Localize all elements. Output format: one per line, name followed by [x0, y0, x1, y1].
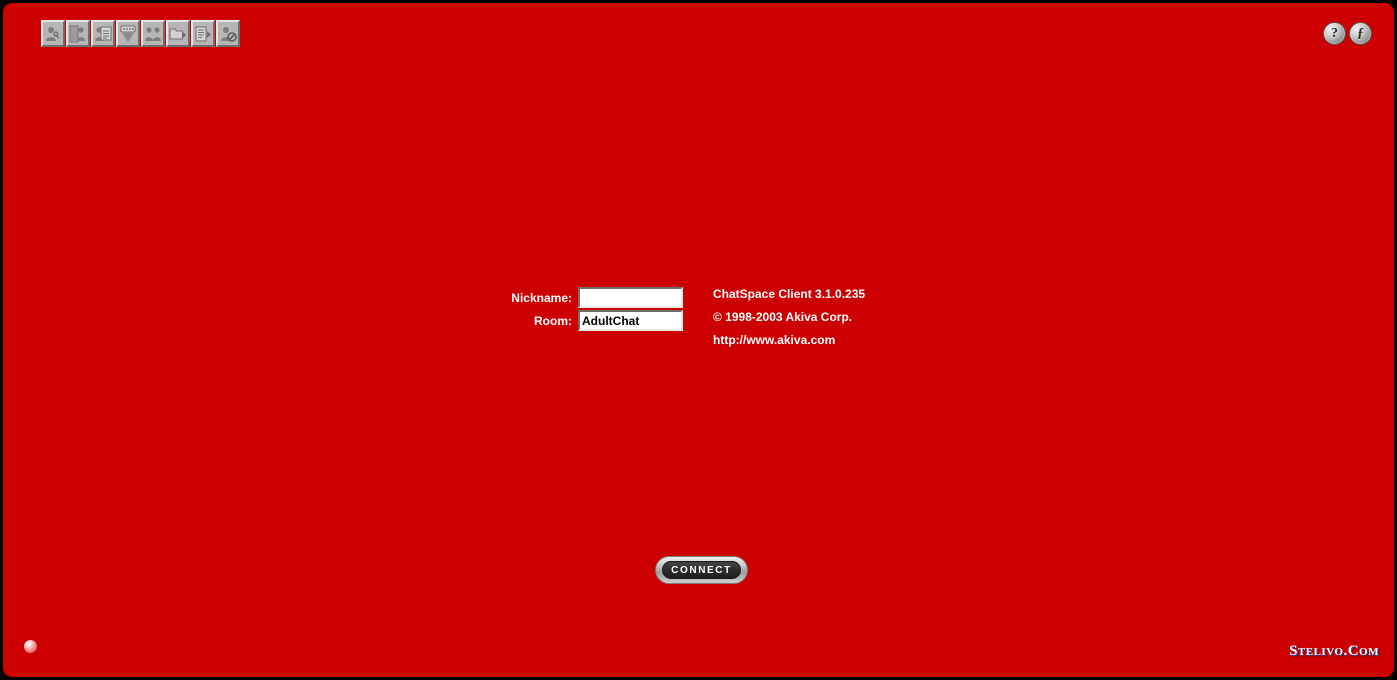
notes-list-icon [94, 24, 112, 43]
corner-orb-icon [24, 640, 37, 653]
copyright-text: © 1998-2003 Akiva Corp. [713, 310, 853, 324]
connect-button-label: CONNECT [671, 564, 732, 576]
toolbar-ignore-list-button[interactable] [216, 20, 240, 47]
room-label: Room: [534, 313, 572, 328]
chatspace-client-window: ? ƒ Nickname: Room: ChatSpace Client 3.1… [0, 0, 1397, 680]
folder-arrow-icon [169, 24, 187, 43]
login-form: Nickname: Room: ChatSpace Client 3.1.0.2… [500, 287, 865, 347]
group-people-icon [144, 24, 162, 43]
toolbar [41, 20, 240, 47]
form-fields: Nickname: Room: [500, 287, 683, 331]
room-row: Room: [500, 310, 683, 331]
nickname-row: Nickname: [500, 287, 683, 308]
connect-button-inner: CONNECT [662, 561, 741, 579]
document-arrow-icon [194, 24, 212, 43]
about-block: ChatSpace Client 3.1.0.235 © 1998-2003 A… [713, 287, 865, 347]
toolbar-user-profile-button[interactable] [41, 20, 65, 47]
question-mark-icon: ? [1331, 25, 1338, 41]
tools-button[interactable]: ƒ [1349, 22, 1372, 45]
nickname-input[interactable] [578, 287, 683, 308]
wrench-icon: ƒ [1357, 25, 1364, 41]
user-block-icon [219, 24, 237, 43]
toolbar-member-list-button[interactable] [66, 20, 90, 47]
people-list-icon [69, 24, 87, 43]
client-version-text: ChatSpace Client 3.1.0.235 [713, 287, 866, 301]
chat-bubble-icon [119, 24, 137, 43]
connect-button[interactable]: CONNECT [655, 556, 748, 584]
toolbar-logs-button[interactable] [191, 20, 215, 47]
nickname-label: Nickname: [511, 290, 572, 305]
corner-button-group: ? ƒ [1323, 22, 1372, 45]
help-button[interactable]: ? [1323, 22, 1346, 45]
watermark-text: Stelivo.Com [1289, 643, 1379, 659]
toolbar-chat-button[interactable] [116, 20, 140, 47]
website-text: http://www.akiva.com [713, 333, 836, 347]
room-input[interactable] [578, 310, 683, 331]
toolbar-rooms-button[interactable] [166, 20, 190, 47]
toolbar-groups-button[interactable] [141, 20, 165, 47]
toolbar-notes-button[interactable] [91, 20, 115, 47]
user-profile-icon [44, 24, 62, 43]
